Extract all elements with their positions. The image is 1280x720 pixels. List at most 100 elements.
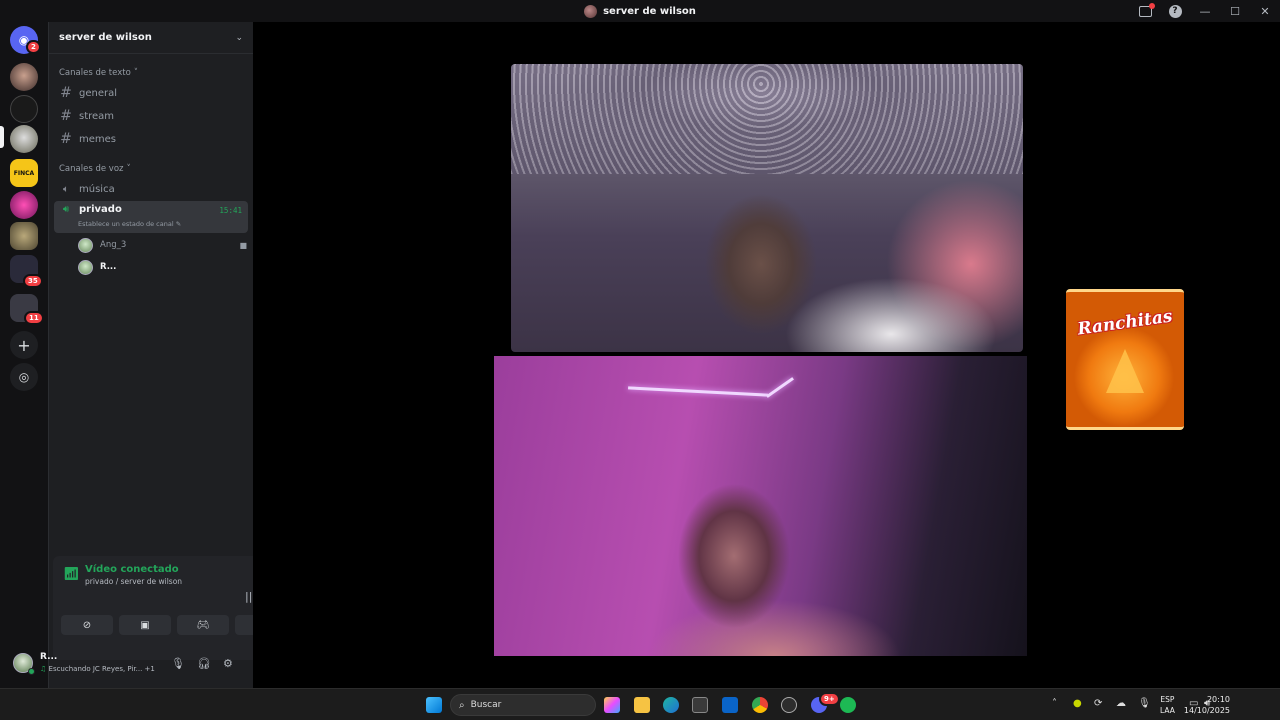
video-camera-icon: ■ (239, 240, 247, 250)
active-server-pill (0, 126, 4, 148)
chevron-up-icon: ˄ (1052, 698, 1057, 709)
discover-button[interactable]: ◎ (10, 363, 38, 391)
windows-start-icon[interactable] (426, 697, 442, 713)
voice-channel-musica[interactable]: 🔈︎ música (54, 178, 248, 200)
voice-status-location[interactable]: privado / server de wilson (85, 577, 182, 586)
keyboard-layout: LAA (1160, 706, 1175, 715)
microphone-icon[interactable]: 🎙︎ (1138, 698, 1151, 709)
server-rail: ◉ 2 FINCA 35 11 + ◎ (0, 22, 48, 688)
folder-badge-2: 11 (24, 311, 44, 325)
voice-user-ang[interactable]: Ang_3 ■ (49, 235, 253, 255)
compass-icon: ◎ (18, 370, 30, 384)
channel-timer: 15:41 (219, 206, 242, 215)
gamepad-icon: 🎮︎ (196, 619, 210, 631)
copilot-icon[interactable] (604, 697, 620, 713)
pencil-icon: ✎ (175, 220, 182, 228)
server-icon-2[interactable] (10, 95, 38, 123)
help-button[interactable]: ? (1160, 0, 1190, 22)
home-badge: 2 (26, 40, 41, 54)
inbox-icon (1138, 2, 1155, 17)
user-activity-text: Escuchando JC Reyes, Pir... +1 (48, 665, 155, 673)
taskbar-clock[interactable]: 20:10 14/10/2025 (1184, 694, 1230, 716)
windows-taskbar: ⌕ Buscar 9+ ˄ ● ⟳ ☁︎ 🎙︎ ESP LAA ▭ 🔊︎ 20:… (0, 688, 1280, 720)
outlook-icon[interactable] (722, 697, 738, 713)
voice-user-r[interactable]: R... (49, 257, 253, 277)
video-frame (766, 377, 794, 398)
network-tray-icon[interactable]: ☁︎ (1116, 698, 1126, 709)
server-icon-1[interactable] (10, 63, 38, 91)
server-header[interactable]: server de wilson ⌄ (49, 22, 253, 54)
user-panel: R... ♫ Escuchando JC Reyes, Pir... +1 🎙︎… (5, 645, 247, 683)
server-icon-finca[interactable]: FINCA (10, 159, 38, 187)
language-code: ESP (1160, 695, 1175, 704)
channel-stream[interactable]: # stream (54, 105, 248, 127)
edge-browser-icon[interactable] (663, 697, 679, 713)
chevron-down-icon: ˅ (126, 164, 131, 174)
server-icon-wilson[interactable] (10, 125, 38, 153)
category-text-channels[interactable]: Canales de texto ˅ (49, 66, 253, 80)
tray-overflow-button[interactable]: ˄ (1052, 698, 1057, 709)
category-label: Canales de voz (59, 164, 124, 174)
store-icon[interactable] (692, 697, 708, 713)
deafen-button[interactable]: 🎧︎ (197, 657, 211, 670)
search-icon: ⌕ (459, 699, 465, 711)
clock-time: 20:10 (1206, 695, 1230, 704)
channel-label: música (79, 183, 115, 195)
speaker-icon: 🔊︎ (62, 204, 70, 215)
file-explorer-icon[interactable] (634, 697, 650, 713)
category-voice-channels[interactable]: Canales de voz ˅ (49, 162, 253, 176)
channel-general[interactable]: # general (54, 82, 248, 104)
finca-label: FINCA (13, 169, 35, 177)
maximize-icon: ☐ (1230, 4, 1240, 18)
snack-sticker: Ranchitas (1066, 289, 1184, 430)
screen-share-icon: ▣ (140, 619, 150, 631)
video-tile-ang[interactable] (511, 64, 1023, 352)
close-button[interactable]: ✕ (1250, 0, 1280, 22)
server-icon-6[interactable] (10, 222, 38, 250)
voice-user-name: Ang_3 (100, 240, 127, 250)
add-server-button[interactable]: + (10, 331, 38, 359)
video-frame (511, 64, 1023, 174)
channel-status-button[interactable]: Establece un estado de canal ✎ (78, 220, 181, 228)
search-placeholder: Buscar (470, 700, 502, 710)
category-label: Canales de texto (59, 68, 131, 78)
mute-button[interactable]: 🎙︎ (171, 657, 185, 670)
chrome-icon[interactable] (752, 697, 768, 713)
inbox-button[interactable] (1130, 0, 1160, 22)
language-indicator[interactable]: ESP LAA (1160, 694, 1175, 716)
title-bar: server de wilson ? — ☐ ✕ (0, 0, 1280, 22)
channel-memes[interactable]: # memes (54, 128, 248, 150)
chevron-down-icon: ˅ (133, 68, 139, 78)
discord-taskbar-badge: 9+ (819, 692, 840, 706)
minimize-button[interactable]: — (1190, 0, 1220, 22)
sync-icon[interactable]: ⟳ (1094, 698, 1102, 709)
tray-app-icon[interactable]: ● (1073, 698, 1082, 709)
server-name: server de wilson (59, 32, 152, 43)
voice-channel-privado[interactable]: 🔊︎ privado 15:41 Establece un estado de … (54, 201, 248, 233)
settings-button[interactable]: ⚙ (223, 657, 233, 670)
video-frame (628, 386, 768, 397)
avatar (78, 237, 93, 253)
hash-icon: # (60, 108, 72, 124)
channel-label: stream (79, 110, 115, 122)
close-icon: ✕ (1260, 4, 1270, 18)
help-icon: ? (1168, 4, 1182, 18)
headphones-icon: 🎧︎ (197, 657, 211, 670)
spotify-icon[interactable] (840, 697, 856, 713)
clock-date: 14/10/2025 (1183, 706, 1230, 715)
voice-status: 📶︎ Vídeo conectado privado / server de w… (63, 564, 182, 586)
taskbar-search[interactable]: ⌕ Buscar (450, 694, 596, 716)
channel-status-text: Establece un estado de canal (78, 220, 174, 228)
server-icon-5[interactable] (10, 191, 38, 219)
gear-icon: ⚙ (223, 657, 233, 670)
folder-badge-1: 35 (23, 274, 43, 288)
user-activity: ♫ Escuchando JC Reyes, Pir... +1 (40, 665, 155, 673)
screen-share-button[interactable]: ▣ (119, 615, 171, 635)
hash-icon: # (60, 85, 72, 101)
app-icon[interactable] (781, 697, 797, 713)
camera-toggle-button[interactable]: ⊘ (61, 615, 113, 635)
activities-button[interactable]: 🎮︎ (177, 615, 229, 635)
voice-status-title: Vídeo conectado (85, 564, 179, 575)
maximize-button[interactable]: ☐ (1220, 0, 1250, 22)
video-tile-r[interactable] (494, 356, 1027, 656)
